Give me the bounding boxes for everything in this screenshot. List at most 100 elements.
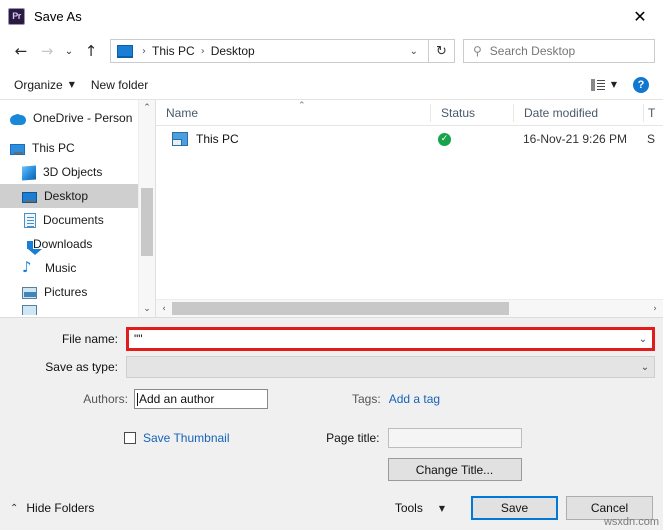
text-caret bbox=[137, 392, 138, 406]
sort-ascending-icon: ⌃ bbox=[298, 101, 306, 111]
tools-label: Tools bbox=[394, 501, 423, 515]
sidebar-item-pictures[interactable]: Pictures bbox=[0, 280, 138, 304]
column-header-status[interactable]: Status bbox=[430, 103, 513, 122]
column-header-row: Name Status Date modified T ⌃ bbox=[156, 100, 663, 126]
sidebar-item-onedrive[interactable]: OneDrive - Person bbox=[0, 106, 138, 130]
navigation-sidebar: OneDrive - Person This PC 3D Objects Des… bbox=[0, 100, 138, 317]
status-synced-icon: ✓ bbox=[438, 132, 451, 146]
table-row[interactable]: This PC ✓ 16-Nov-21 9:26 PM S bbox=[156, 126, 663, 152]
chevron-down-icon[interactable]: ⌄ bbox=[400, 46, 428, 57]
thumbnail-and-page-title-row: Save Thumbnail Page title: Change Title.… bbox=[0, 428, 663, 486]
video-icon bbox=[22, 305, 37, 315]
premiere-pro-icon: Pr bbox=[8, 7, 25, 25]
scroll-up-icon[interactable]: ⌃ bbox=[139, 100, 155, 116]
new-folder-button[interactable]: New folder bbox=[83, 73, 156, 97]
breadcrumb[interactable]: › This PC › Desktop ⌄ bbox=[110, 39, 429, 63]
chevron-down-icon: ▼ bbox=[68, 80, 75, 89]
column-header-name[interactable]: Name bbox=[156, 104, 430, 122]
sidebar-item-this-pc[interactable]: This PC bbox=[0, 136, 138, 160]
sidebar-item-label: Desktop bbox=[44, 189, 89, 203]
desktop-icon bbox=[22, 191, 37, 203]
scroll-left-icon[interactable]: ‹ bbox=[156, 304, 172, 314]
list-view-icon bbox=[590, 78, 605, 91]
search-placeholder: Search Desktop bbox=[489, 44, 576, 58]
dialog-footer: ⌃ Hide Folders Tools ▼ Save Cancel wsxdn… bbox=[0, 486, 663, 530]
view-options-button[interactable]: ▼ bbox=[583, 73, 625, 97]
page-title-block: Page title: Change Title... bbox=[314, 428, 522, 481]
breadcrumb-item-this-pc[interactable]: This PC bbox=[150, 44, 197, 58]
cube-icon bbox=[22, 165, 36, 180]
save-as-type-select[interactable]: ⌄ bbox=[126, 356, 655, 378]
organize-label: Organize bbox=[14, 77, 63, 92]
sidebar-item-music[interactable]: ♪ Music bbox=[0, 256, 138, 280]
browser-body: OneDrive - Person This PC 3D Objects Des… bbox=[0, 100, 663, 317]
refresh-icon[interactable]: ↻ bbox=[429, 39, 455, 63]
sidebar-item-label: OneDrive - Person bbox=[33, 111, 133, 125]
save-button[interactable]: Save bbox=[471, 496, 558, 520]
sidebar-item-3d-objects[interactable]: 3D Objects bbox=[0, 160, 138, 184]
sidebar-item-label: Pictures bbox=[44, 285, 88, 299]
breadcrumb-item-desktop[interactable]: Desktop bbox=[209, 44, 257, 58]
hide-folders-button[interactable]: ⌃ Hide Folders bbox=[10, 501, 94, 515]
breadcrumb-separator: › bbox=[142, 45, 146, 57]
back-icon[interactable]: ← bbox=[8, 38, 34, 64]
page-title-label: Page title: bbox=[326, 431, 380, 445]
tools-button[interactable]: Tools ▼ bbox=[395, 501, 445, 515]
file-name-label: This PC bbox=[196, 132, 239, 146]
change-title-button[interactable]: Change Title... bbox=[387, 458, 522, 481]
authors-field[interactable]: Add an author bbox=[134, 389, 268, 409]
save-as-type-row: Save as type: ⌄ bbox=[0, 354, 663, 380]
save-thumbnail-label: Save Thumbnail bbox=[143, 431, 230, 445]
column-header-size[interactable]: T bbox=[643, 103, 663, 122]
hide-folders-label: Hide Folders bbox=[26, 501, 95, 515]
sidebar-item-documents[interactable]: Documents bbox=[0, 208, 138, 232]
chevron-down-icon[interactable]: ⌄ bbox=[634, 334, 652, 345]
music-note-icon: ♪ bbox=[22, 258, 32, 276]
checkbox-box[interactable] bbox=[124, 432, 136, 444]
scroll-down-icon[interactable]: ⌄ bbox=[139, 301, 155, 317]
monitor-icon bbox=[10, 143, 25, 155]
tags-label: Tags: bbox=[352, 392, 381, 406]
add-a-tag-link[interactable]: Add a tag bbox=[389, 392, 440, 406]
chevron-down-icon[interactable]: ⌄ bbox=[636, 362, 654, 373]
scrollbar-thumb[interactable] bbox=[141, 188, 153, 256]
sidebar-item-desktop[interactable]: Desktop bbox=[0, 184, 138, 208]
help-icon[interactable]: ? bbox=[633, 76, 649, 93]
organize-button[interactable]: Organize ▼ bbox=[6, 73, 83, 97]
page-title-input[interactable] bbox=[387, 428, 522, 448]
this-pc-icon bbox=[117, 44, 133, 58]
window-title: Save As bbox=[34, 8, 82, 24]
close-icon[interactable]: ✕ bbox=[617, 0, 663, 32]
scrollbar-thumb[interactable] bbox=[172, 302, 510, 315]
authors-value: Add an author bbox=[139, 392, 215, 406]
search-input[interactable]: ⚲ Search Desktop bbox=[463, 39, 655, 63]
sidebar-item-partial[interactable] bbox=[0, 304, 138, 315]
chevron-down-icon: ▼ bbox=[438, 503, 445, 513]
file-name-row: File name: "" ⌄ bbox=[0, 326, 663, 352]
download-icon bbox=[27, 240, 42, 255]
scroll-right-icon[interactable]: › bbox=[647, 304, 663, 314]
sidebar-item-downloads[interactable]: Downloads bbox=[0, 232, 138, 256]
file-name-label: File name: bbox=[61, 332, 118, 346]
watermark: wsxdn.com bbox=[603, 516, 659, 528]
sidebar-item-label: Music bbox=[45, 261, 77, 275]
file-list-pane: Name Status Date modified T ⌃ This PC ✓ … bbox=[155, 100, 663, 317]
scrollbar-track[interactable] bbox=[172, 300, 647, 317]
recent-locations-icon[interactable]: ⌄ bbox=[60, 38, 78, 64]
this-pc-shortcut-icon bbox=[172, 132, 188, 146]
sidebar-scrollbar[interactable]: ⌃ ⌄ bbox=[138, 100, 155, 317]
forward-icon: → bbox=[40, 42, 54, 60]
save-thumbnail-checkbox[interactable]: Save Thumbnail bbox=[124, 428, 230, 448]
file-name-input[interactable]: "" ⌄ bbox=[126, 327, 655, 351]
document-icon bbox=[24, 212, 36, 228]
chevron-up-icon: ⌃ bbox=[10, 502, 19, 514]
sidebar-item-label: This PC bbox=[32, 141, 75, 155]
column-header-date-modified[interactable]: Date modified bbox=[513, 103, 643, 122]
horizontal-scrollbar[interactable]: ‹ › bbox=[156, 299, 663, 317]
file-status-cell: ✓ bbox=[430, 132, 513, 146]
file-rows: This PC ✓ 16-Nov-21 9:26 PM S bbox=[156, 126, 663, 299]
file-name-cell[interactable]: This PC bbox=[156, 132, 430, 146]
save-as-dialog: Pr Save As ✕ ← → ⌄ ↑ › This PC › Desktop… bbox=[0, 0, 663, 530]
up-icon[interactable]: ↑ bbox=[78, 38, 104, 64]
address-bar: ← → ⌄ ↑ › This PC › Desktop ⌄ ↻ ⚲ Search… bbox=[0, 32, 663, 70]
